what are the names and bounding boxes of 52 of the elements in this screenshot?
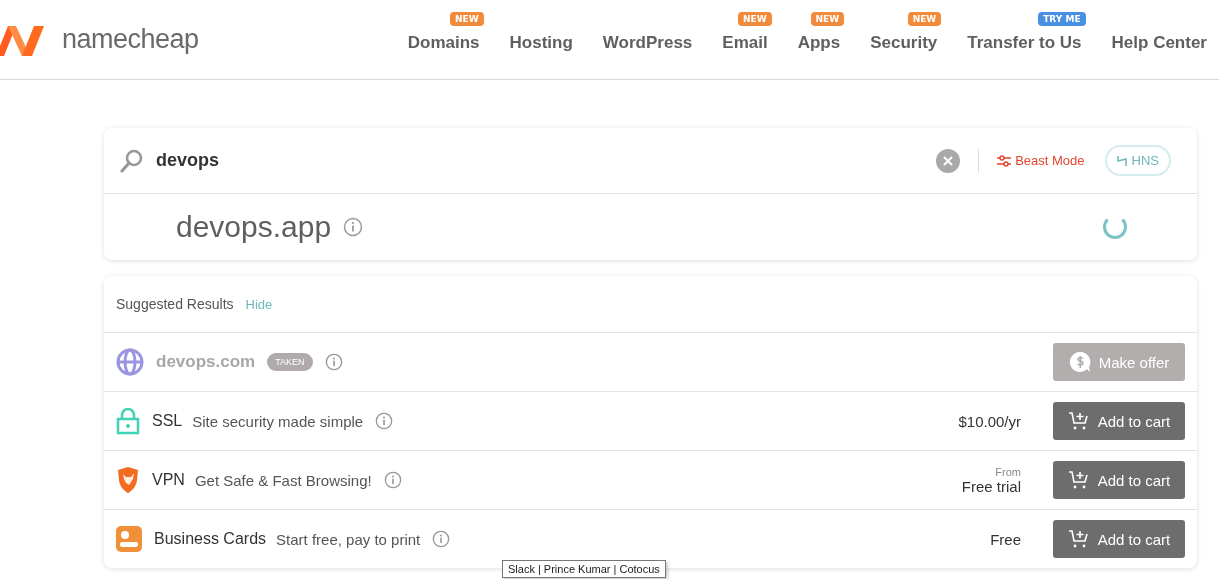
- info-icon[interactable]: [432, 530, 451, 548]
- search-field[interactable]: devops: [154, 149, 937, 172]
- nav-link[interactable]: Domains: [407, 32, 480, 52]
- domain-result: devops.app: [176, 210, 332, 244]
- nav-badge: NEW: [449, 11, 484, 26]
- product-name: VPN: [152, 471, 185, 489]
- search-icon: [120, 148, 144, 173]
- cart-icon: [1067, 529, 1090, 549]
- nav-link[interactable]: WordPress: [602, 32, 693, 52]
- close-icon: [943, 155, 954, 166]
- sliders-icon: [997, 154, 1012, 167]
- tooltip: Slack | Prince Kumar | Cotocus: [502, 560, 666, 578]
- add-to-cart-button[interactable]: Add to cart: [1053, 402, 1185, 440]
- price: Free: [990, 530, 1021, 548]
- business-card-icon: [116, 526, 142, 552]
- nav-badge: TRY ME: [1038, 11, 1086, 26]
- info-icon[interactable]: [343, 217, 364, 237]
- product-description: Start free, pay to print: [276, 530, 421, 548]
- add-to-cart-button[interactable]: Add to cart: [1053, 520, 1185, 558]
- bolt-icon: [1116, 154, 1127, 167]
- product-name: Business Cards: [154, 530, 267, 548]
- price: $10.00/yr: [958, 412, 1021, 430]
- price: Free trial: [961, 477, 1021, 495]
- domain-name: devops.com: [156, 352, 256, 372]
- cart-icon: [1067, 411, 1090, 431]
- price-prefix: From: [995, 465, 1021, 478]
- padlock-icon: [116, 407, 140, 435]
- product-description: Get Safe & Fast Browsing!: [194, 471, 372, 489]
- nav-badge: NEW: [810, 11, 845, 26]
- taken-badge: TAKEN: [267, 353, 313, 371]
- globe-icon: [116, 348, 144, 376]
- dollar-bubble-icon: [1068, 351, 1091, 373]
- nav-badge: NEW: [907, 11, 942, 26]
- nav-link[interactable]: Email: [722, 32, 768, 52]
- beast-mode-link[interactable]: Beast Mode: [997, 153, 1085, 168]
- logo-text[interactable]: namecheap: [62, 24, 199, 55]
- info-icon[interactable]: [383, 471, 402, 489]
- cart-icon: [1067, 470, 1090, 490]
- bull-shield-icon: [116, 466, 140, 494]
- nav-link[interactable]: Transfer to Us: [967, 32, 1082, 52]
- info-icon[interactable]: [375, 412, 394, 430]
- nav-link[interactable]: Hosting: [509, 32, 573, 52]
- product-description: Site security made simple: [192, 412, 364, 430]
- add-to-cart-button[interactable]: Add to cart: [1053, 461, 1185, 499]
- info-icon[interactable]: [324, 353, 343, 371]
- nav-link[interactable]: Help Center: [1111, 32, 1207, 52]
- nav-badge: NEW: [738, 11, 772, 26]
- section-title: Suggested Results: [116, 296, 234, 312]
- nav-link[interactable]: Security: [870, 32, 938, 52]
- nav-link[interactable]: Apps: [797, 32, 841, 52]
- clear-button[interactable]: [936, 148, 961, 173]
- product-name: SSL: [152, 412, 183, 430]
